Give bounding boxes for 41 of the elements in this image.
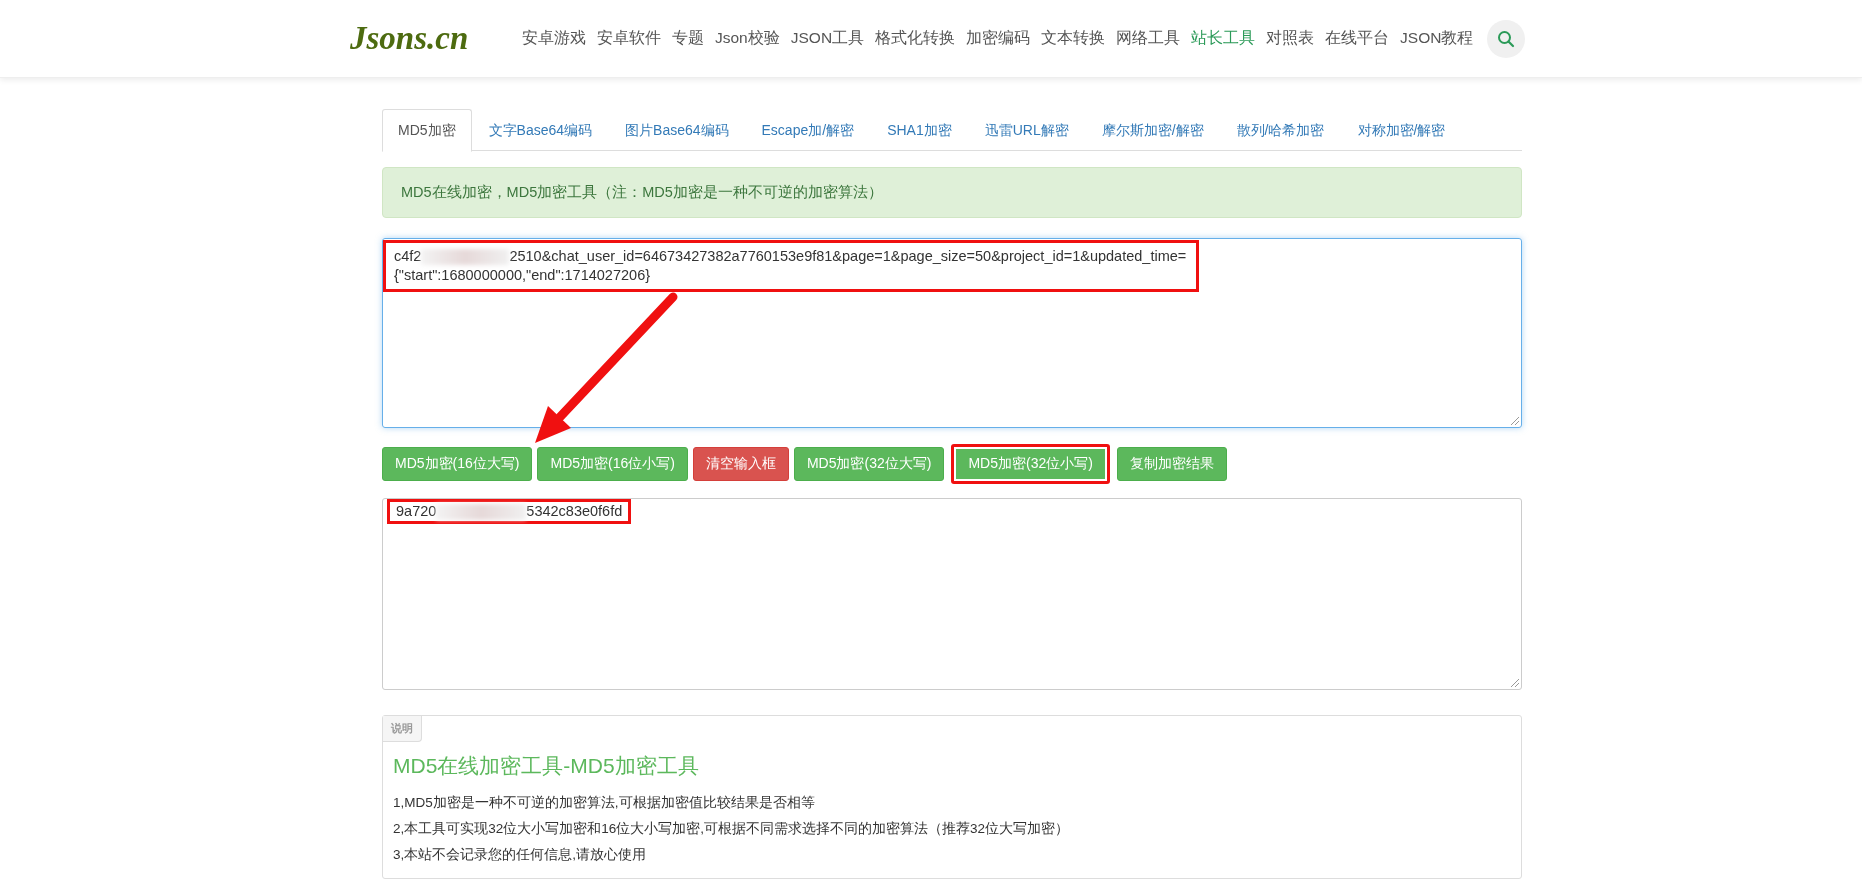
search-icon	[1497, 29, 1515, 48]
resize-grip-icon[interactable]	[1511, 679, 1519, 687]
text-area[interactable]: c4f2 2510&chat_user_id=64673427382a7760153e9f81&page=1&page_size=50&project_id=1&updated_time= {"start":1680000000,"end":1714027206}	[382, 238, 1522, 428]
tab[interactable]: 文字Base64编码	[472, 109, 609, 150]
nav-link[interactable]: JSON工具	[790, 28, 865, 49]
nav-link[interactable]: 安卓软件	[597, 28, 661, 49]
field-text: 9a720	[396, 502, 437, 521]
nav-link[interactable]: 加密编码	[966, 28, 1031, 49]
panel-text: 3,本站不会记录您的任何信息,请放心使用	[393, 846, 647, 863]
nav-link[interactable]: 在线平台	[1325, 28, 1390, 49]
field-text: 5342c83e0f6fd	[526, 502, 623, 521]
panel-text: 2,本工具可实现32位大小写加密和16位大小写加密,可根据不同需求选择不同的加密算法（推荐32位大写加密）	[393, 820, 1071, 837]
nav-link[interactable]: 站长工具	[1191, 28, 1256, 49]
info-alert: MD5在线加密，MD5加密工具（注：MD5加密是一种不可逆的加密算法）	[382, 167, 1522, 218]
text-area[interactable]: 9a720 5342c83e0f6fd	[382, 498, 1522, 690]
resize-grip-icon[interactable]	[1511, 417, 1519, 425]
field-text: {"start":1680000000,"end":1714027206}	[394, 266, 651, 285]
tab[interactable]: Escape加/解密	[745, 109, 871, 150]
nav-link[interactable]: JSON教程	[1400, 28, 1474, 49]
panel-text: 1,MD5加密是一种不可逆的加密算法,可根据加密值比较结果是否相等	[393, 794, 816, 811]
site-logo[interactable]: Jsons.cn	[350, 20, 522, 57]
tab[interactable]: SHA1加密	[871, 109, 968, 150]
tab[interactable]: 摩尔斯加密/解密	[1085, 109, 1220, 150]
nav-link[interactable]: 格式化转换	[875, 28, 956, 49]
nav-link[interactable]: 文本转换	[1041, 28, 1106, 49]
search-button[interactable]	[1487, 19, 1525, 58]
field-text: 2510&chat_user_id=64673427382a7760153e9f81&page=1&page_size=50&project_id=1&updated_time=	[509, 247, 1187, 266]
tab[interactable]: 散列/哈希加密	[1220, 109, 1341, 150]
action-button[interactable]: 清空输入框	[692, 447, 789, 481]
panel-tag: 说明	[383, 716, 422, 742]
nav-link[interactable]: 对照表	[1266, 28, 1315, 49]
nav-link[interactable]: 安卓游戏	[522, 28, 586, 49]
nav-link[interactable]: Json校验	[715, 28, 780, 49]
tab[interactable]: 图片Base64编码	[609, 109, 745, 150]
nav-link[interactable]: 专题	[672, 28, 704, 49]
nav-link[interactable]: 网络工具	[1116, 28, 1181, 49]
tab[interactable]: 迅雷URL解密	[968, 109, 1085, 150]
panel-title: MD5在线加密工具-MD5加密工具	[393, 753, 700, 779]
field-text: c4f2	[394, 247, 422, 266]
tab[interactable]: 对称加密/解密	[1341, 109, 1462, 150]
tab[interactable]: MD5加密	[382, 109, 472, 152]
